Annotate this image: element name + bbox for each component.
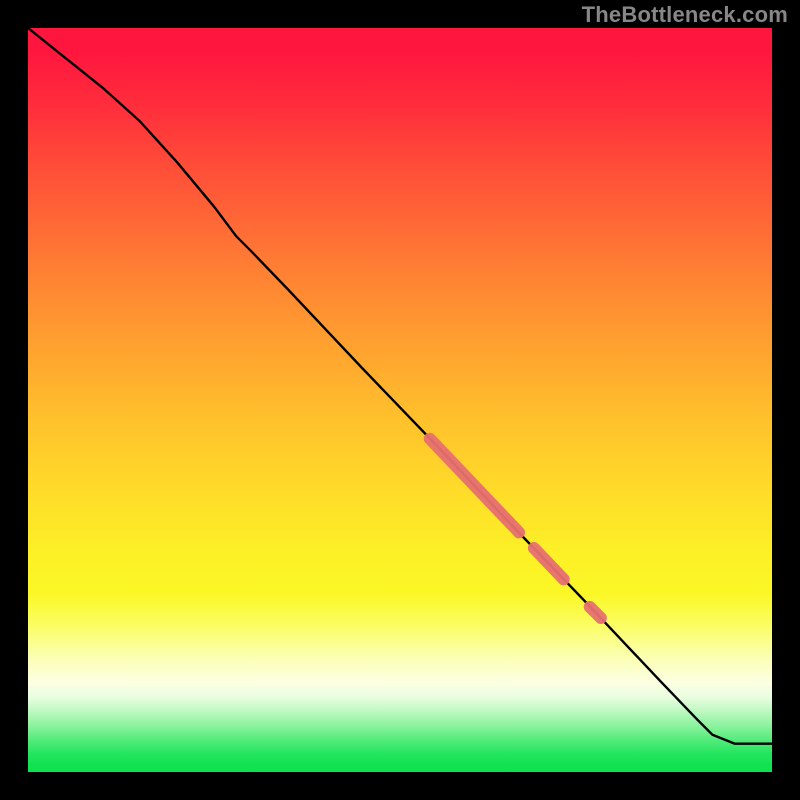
highlight-segment-2 [590,607,601,618]
highlight-segment-1 [534,548,564,579]
chart-stage: TheBottleneck.com [0,0,800,800]
watermark-text: TheBottleneck.com [582,2,788,28]
plot-area [28,28,772,772]
curve-layer [28,28,772,772]
main-line [28,28,772,744]
highlight-segment-0 [430,439,519,533]
